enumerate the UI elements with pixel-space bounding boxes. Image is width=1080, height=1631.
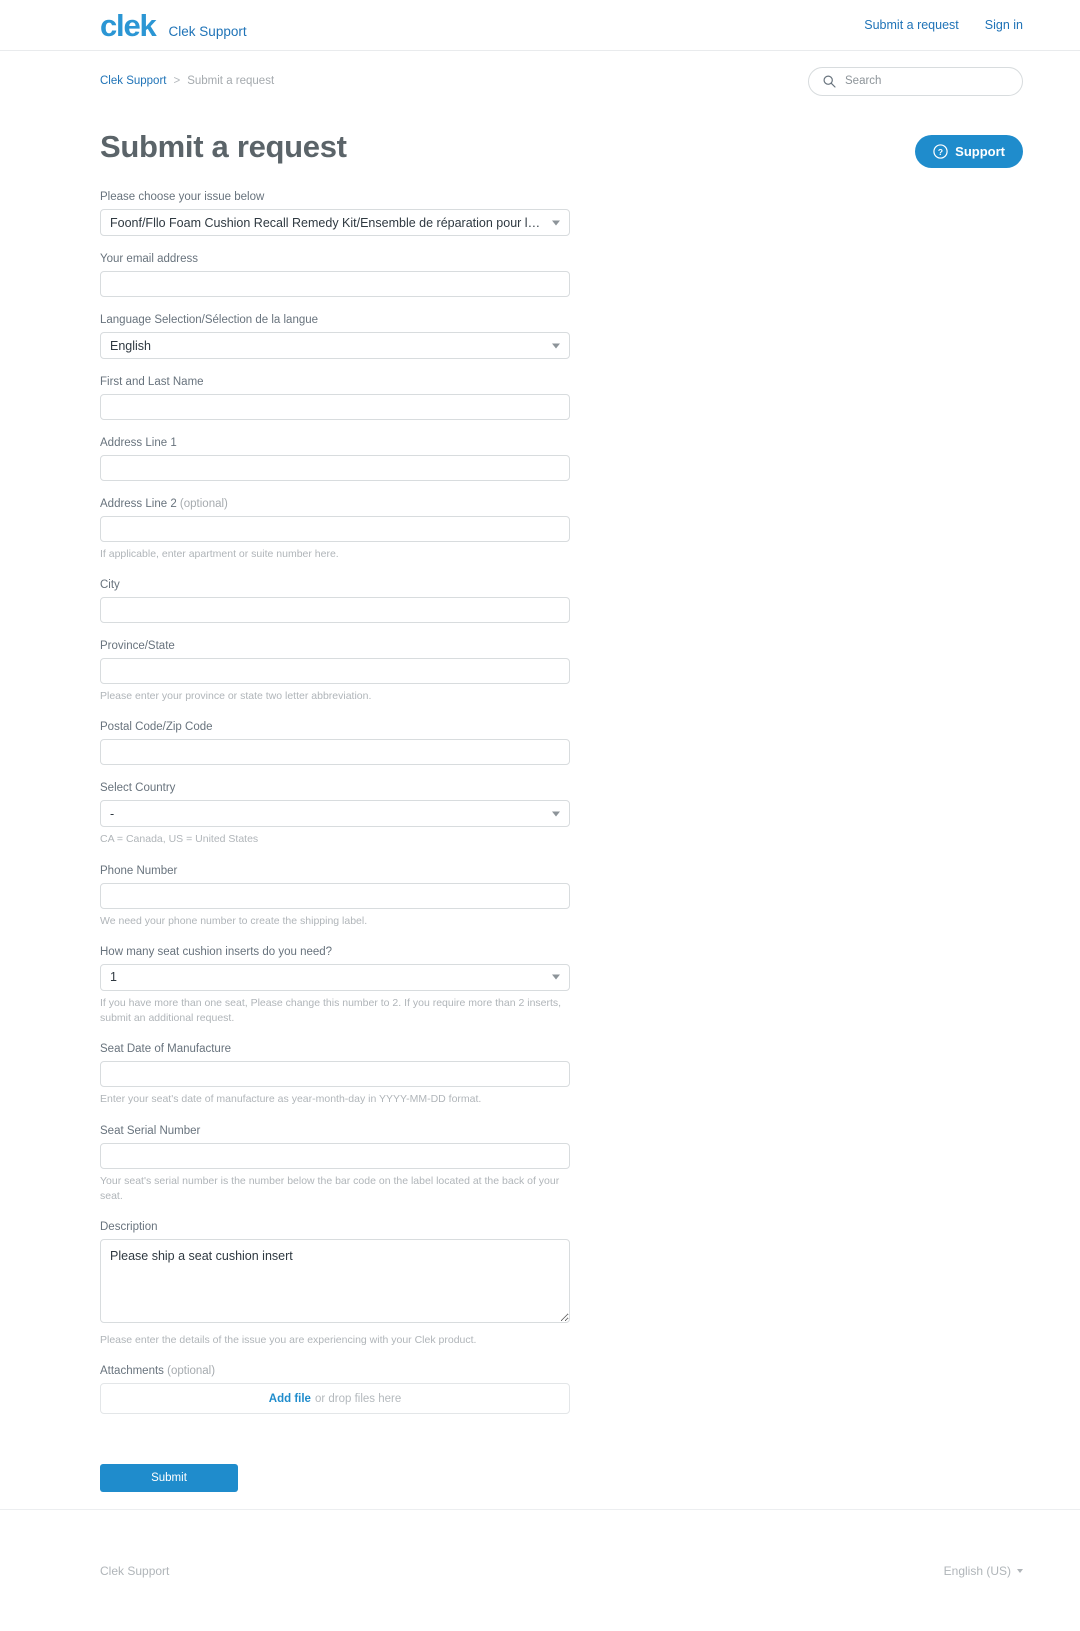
date-manufacture-field[interactable] bbox=[100, 1061, 570, 1088]
description-label: Description bbox=[100, 1220, 158, 1233]
chevron-down-icon bbox=[552, 343, 560, 348]
phone-label: Phone Number bbox=[100, 864, 178, 877]
province-field[interactable] bbox=[100, 658, 570, 685]
field-email: Your email address bbox=[100, 253, 570, 297]
inserts-select[interactable]: 1 bbox=[100, 963, 570, 991]
address2-field[interactable] bbox=[100, 516, 570, 542]
add-file-link[interactable]: Add file bbox=[269, 1393, 311, 1405]
footer-brand-link[interactable]: Clek Support bbox=[100, 1564, 169, 1578]
province-hint: Please enter your province or state two … bbox=[100, 690, 372, 703]
field-attachments: Attachments (optional) Add file or drop … bbox=[100, 1365, 570, 1415]
search-placeholder: Search bbox=[845, 75, 882, 87]
top-header: clek Clek Support Submit a request Sign … bbox=[0, 0, 1080, 51]
issue-select[interactable]: Foonf/Fllo Foam Cushion Recall Remedy Ki… bbox=[100, 209, 570, 236]
field-serial: Seat Serial Number Your seat's serial nu… bbox=[100, 1125, 570, 1204]
serial-hint: Your seat's serial number is the number … bbox=[100, 1174, 560, 1202]
description-hint: Please enter the details of the issue yo… bbox=[100, 1333, 477, 1346]
brand[interactable]: clek Clek Support bbox=[100, 10, 247, 41]
submit-button[interactable]: Submit bbox=[100, 1464, 238, 1493]
language-select-value: English bbox=[110, 338, 151, 353]
footer: Clek Support English (US) bbox=[0, 1509, 1080, 1631]
breadcrumb-root[interactable]: Clek Support bbox=[100, 75, 166, 87]
phone-field[interactable] bbox=[100, 882, 570, 909]
inserts-select-value: 1 bbox=[110, 970, 117, 985]
field-inserts: How many seat cushion inserts do you nee… bbox=[100, 946, 570, 1026]
serial-label: Seat Serial Number bbox=[100, 1124, 201, 1137]
attachments-label-text: Attachments bbox=[100, 1365, 164, 1378]
serial-field[interactable] bbox=[100, 1142, 570, 1169]
name-label: First and Last Name bbox=[100, 376, 204, 388]
chevron-down-icon bbox=[1017, 1568, 1023, 1573]
breadcrumb-current: Submit a request bbox=[187, 75, 275, 87]
language-select[interactable]: English bbox=[100, 332, 570, 359]
breadcrumb-separator: > bbox=[173, 75, 181, 87]
support-button-label: Support bbox=[955, 144, 1005, 159]
country-select[interactable]: - bbox=[100, 800, 570, 828]
email-field[interactable] bbox=[100, 271, 570, 297]
footer-language-label: English (US) bbox=[943, 1563, 1011, 1578]
country-label: Select Country bbox=[100, 782, 176, 795]
address2-optional-tag: (optional) bbox=[179, 498, 228, 510]
breadcrumb: Clek Support > Submit a request bbox=[100, 75, 274, 87]
field-city: City bbox=[100, 579, 570, 624]
drop-files-text: or drop files here bbox=[314, 1392, 402, 1405]
page-title: Submit a request bbox=[100, 129, 347, 164]
address2-hint: If applicable, enter apartment or suite … bbox=[100, 548, 339, 560]
support-button[interactable]: ? Support bbox=[915, 135, 1023, 168]
address2-label-text: Address Line 2 bbox=[100, 498, 177, 510]
name-field[interactable] bbox=[100, 394, 570, 420]
field-name: First and Last Name bbox=[100, 376, 570, 420]
email-label: Your email address bbox=[100, 253, 199, 265]
clek-logo: clek bbox=[100, 7, 157, 43]
postal-label: Postal Code/Zip Code bbox=[100, 721, 213, 734]
main-content: ? Support Submit a request Please choose… bbox=[0, 129, 1080, 1493]
field-province: Province/State Please enter your provinc… bbox=[100, 640, 570, 704]
description-field[interactable]: Please ship a seat cushion insert bbox=[100, 1238, 570, 1323]
language-label: Language Selection/Sélection de la langu… bbox=[100, 314, 319, 326]
country-hint: CA = Canada, US = United States bbox=[100, 833, 259, 846]
issue-select-value: Foonf/Fllo Foam Cushion Recall Remedy Ki… bbox=[110, 215, 543, 230]
search-input[interactable]: Search bbox=[808, 66, 1023, 96]
field-issue: Please choose your issue below Foonf/Fll… bbox=[100, 191, 570, 236]
chevron-down-icon bbox=[552, 974, 560, 980]
attachments-label: Attachments (optional) bbox=[100, 1365, 570, 1377]
inserts-label: How many seat cushion inserts do you nee… bbox=[100, 945, 333, 958]
top-navigation: Submit a request Sign in bbox=[864, 18, 1023, 32]
field-address2: Address Line 2 (optional) If applicable,… bbox=[100, 498, 570, 562]
sub-header: Clek Support > Submit a request Search bbox=[0, 51, 1080, 111]
sign-in-link[interactable]: Sign in bbox=[985, 18, 1023, 32]
svg-text:?: ? bbox=[938, 147, 943, 157]
inserts-hint: If you have more than one seat, Please c… bbox=[100, 996, 562, 1025]
field-date-manufacture: Seat Date of Manufacture Enter your seat… bbox=[100, 1043, 570, 1107]
field-phone: Phone Number We need your phone number t… bbox=[100, 865, 570, 929]
search-icon bbox=[823, 74, 836, 88]
footer-language-selector[interactable]: English (US) bbox=[944, 1564, 1023, 1578]
chevron-down-icon bbox=[552, 811, 560, 817]
issue-label: Please choose your issue below bbox=[100, 191, 265, 203]
field-postal: Postal Code/Zip Code bbox=[100, 721, 570, 766]
postal-field[interactable] bbox=[100, 739, 570, 766]
question-circle-icon: ? bbox=[933, 144, 948, 159]
field-country: Select Country - CA = Canada, US = Unite… bbox=[100, 782, 570, 847]
request-form: Please choose your issue below Foonf/Fll… bbox=[100, 191, 570, 1493]
chevron-down-icon bbox=[552, 220, 560, 225]
city-field[interactable] bbox=[100, 597, 570, 624]
province-label: Province/State bbox=[100, 640, 175, 653]
country-select-value: - bbox=[110, 806, 115, 821]
submit-request-link[interactable]: Submit a request bbox=[864, 18, 959, 32]
address2-label: Address Line 2 (optional) bbox=[100, 498, 570, 510]
date-manufacture-label: Seat Date of Manufacture bbox=[100, 1043, 232, 1056]
address1-field[interactable] bbox=[100, 455, 570, 481]
attachment-dropzone[interactable]: Add file or drop files here bbox=[100, 1383, 570, 1415]
field-language: Language Selection/Sélection de la langu… bbox=[100, 314, 570, 359]
date-manufacture-hint: Enter your seat's date of manufacture as… bbox=[100, 1093, 482, 1106]
brand-name-link[interactable]: Clek Support bbox=[169, 24, 247, 39]
phone-hint: We need your phone number to create the … bbox=[100, 914, 368, 927]
attachments-optional-tag: (optional) bbox=[167, 1365, 216, 1378]
field-description: Description Please ship a seat cushion i… bbox=[100, 1221, 570, 1348]
address1-label: Address Line 1 bbox=[100, 437, 177, 449]
field-address1: Address Line 1 bbox=[100, 437, 570, 481]
city-label: City bbox=[100, 579, 120, 592]
